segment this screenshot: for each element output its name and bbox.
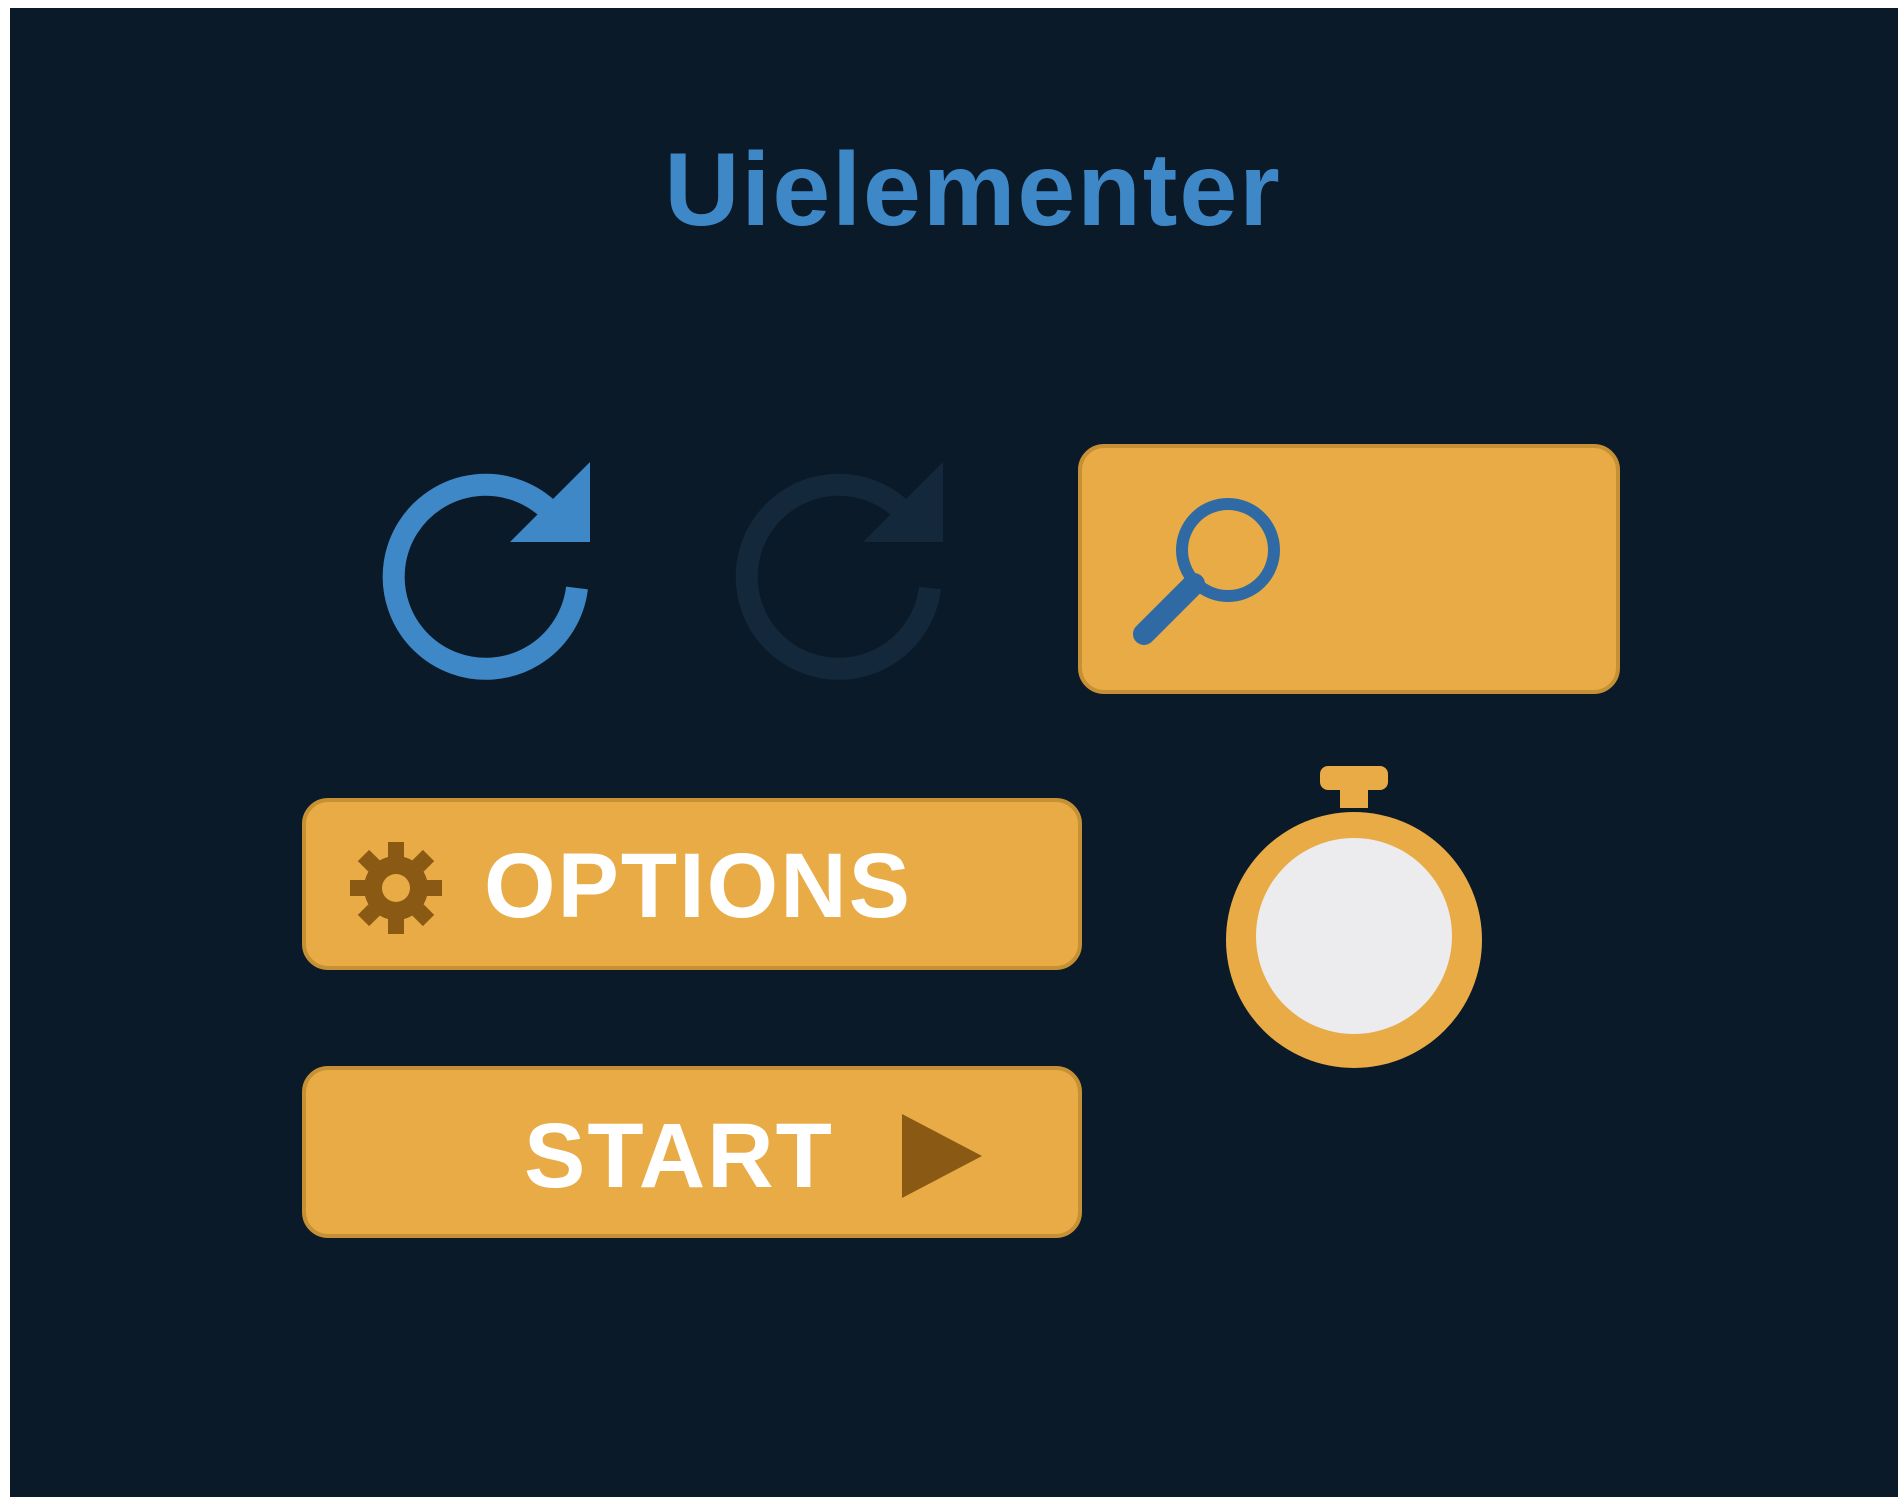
search-field[interactable] xyxy=(1078,444,1620,694)
search-input[interactable] xyxy=(1312,508,1596,630)
stopwatch-icon[interactable] xyxy=(1212,760,1482,1070)
ui-elements-panel: Uielementer OPTIONS START xyxy=(10,8,1898,1497)
start-label: START xyxy=(524,1105,834,1207)
refresh-icon-disabled xyxy=(708,440,978,710)
refresh-icon[interactable] xyxy=(355,440,625,710)
play-icon xyxy=(902,1114,982,1198)
page-title: Uielementer xyxy=(664,132,1282,248)
start-button[interactable]: START xyxy=(302,1066,1082,1238)
options-button[interactable]: OPTIONS xyxy=(302,798,1082,970)
search-icon xyxy=(1133,498,1280,645)
options-label: OPTIONS xyxy=(484,835,913,937)
gear-icon xyxy=(350,842,442,934)
